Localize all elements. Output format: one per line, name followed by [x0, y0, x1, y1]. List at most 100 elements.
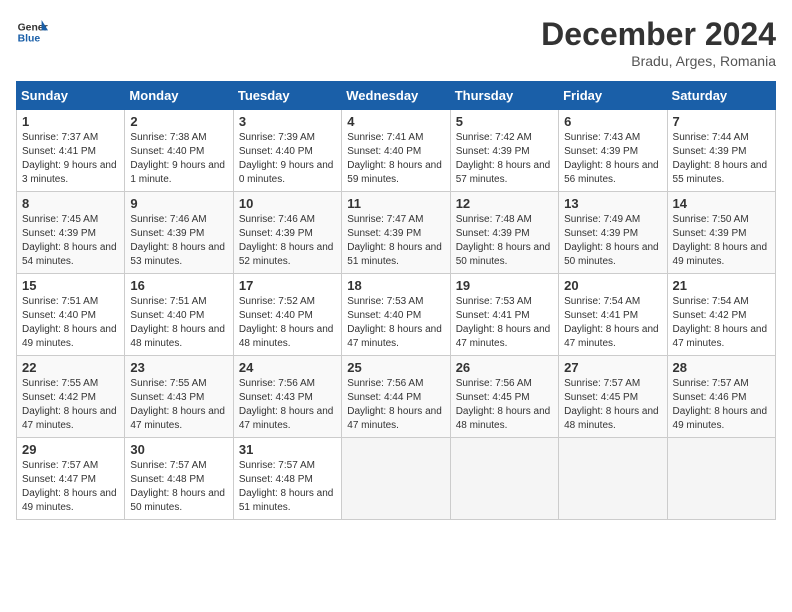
weekday-header: Wednesday — [342, 82, 450, 110]
day-number: 11 — [347, 196, 444, 211]
calendar-day-cell — [667, 438, 775, 520]
day-number: 19 — [456, 278, 553, 293]
calendar-day-cell — [450, 438, 558, 520]
day-number: 26 — [456, 360, 553, 375]
day-number: 21 — [673, 278, 770, 293]
calendar-day-cell: 31Sunrise: 7:57 AMSunset: 4:48 PMDayligh… — [233, 438, 341, 520]
day-number: 7 — [673, 114, 770, 129]
day-number: 20 — [564, 278, 661, 293]
day-info: Sunrise: 7:46 AMSunset: 4:39 PMDaylight:… — [130, 213, 227, 269]
day-info: Sunrise: 7:42 AMSunset: 4:39 PMDaylight:… — [456, 131, 553, 187]
weekday-header: Saturday — [667, 82, 775, 110]
calendar-day-cell: 19Sunrise: 7:53 AMSunset: 4:41 PMDayligh… — [450, 274, 558, 356]
calendar-day-cell: 10 Sunrise: 7:46 AMSunset: 4:39 PMDayligh… — [233, 192, 341, 274]
calendar-week-row: 8 Sunrise: 7:45 AMSunset: 4:39 PMDaylight… — [17, 192, 776, 274]
calendar-day-cell — [342, 438, 450, 520]
calendar-day-cell: 22 Sunrise: 7:55 AMSunset: 4:42 PMDayligh… — [17, 356, 125, 438]
day-number: 9 — [130, 196, 227, 211]
day-number: 25 — [347, 360, 444, 375]
day-number: 30 — [130, 442, 227, 457]
calendar-day-cell: 8 Sunrise: 7:45 AMSunset: 4:39 PMDaylight… — [17, 192, 125, 274]
location-subtitle: Bradu, Arges, Romania — [541, 53, 776, 69]
calendar-week-row: 15Sunrise: 7:51 AMSunset: 4:40 PMDayligh… — [17, 274, 776, 356]
day-info: Sunrise: 7:37 AMSunset: 4:41 PMDaylight:… — [22, 131, 119, 187]
calendar-day-cell: 21 Sunrise: 7:54 AMSunset: 4:42 PMDayligh… — [667, 274, 775, 356]
calendar-day-cell: 13 Sunrise: 7:49 AMSunset: 4:39 PMDayligh… — [559, 192, 667, 274]
calendar-day-cell: 17Sunrise: 7:52 AMSunset: 4:40 PMDayligh… — [233, 274, 341, 356]
day-info: Sunrise: 7:44 AMSunset: 4:39 PMDaylight:… — [673, 131, 770, 187]
day-info: Sunrise: 7:53 AMSunset: 4:40 PMDaylight:… — [347, 295, 444, 351]
day-info: Sunrise: 7:46 AMSunset: 4:39 PMDaylight:… — [239, 213, 336, 269]
calendar-day-cell: 11 Sunrise: 7:47 AMSunset: 4:39 PMDayligh… — [342, 192, 450, 274]
calendar-day-cell: 26 Sunrise: 7:56 AMSunset: 4:45 PMDayligh… — [450, 356, 558, 438]
day-info: Sunrise: 7:52 AMSunset: 4:40 PMDaylight:… — [239, 295, 336, 351]
day-info: Sunrise: 7:57 AMSunset: 4:48 PMDaylight:… — [130, 459, 227, 515]
day-number: 29 — [22, 442, 119, 457]
day-info: Sunrise: 7:56 AMSunset: 4:43 PMDaylight:… — [239, 377, 336, 433]
day-number: 3 — [239, 114, 336, 129]
calendar-day-cell: 3 Sunrise: 7:39 AMSunset: 4:40 PMDaylight… — [233, 110, 341, 192]
day-number: 5 — [456, 114, 553, 129]
calendar-day-cell: 7 Sunrise: 7:44 AMSunset: 4:39 PMDaylight… — [667, 110, 775, 192]
logo-icon: General Blue — [16, 16, 48, 48]
calendar-day-cell: 16Sunrise: 7:51 AMSunset: 4:40 PMDayligh… — [125, 274, 233, 356]
day-info: Sunrise: 7:57 AMSunset: 4:46 PMDaylight:… — [673, 377, 770, 433]
calendar-week-row: 1 Sunrise: 7:37 AMSunset: 4:41 PMDaylight… — [17, 110, 776, 192]
svg-text:Blue: Blue — [18, 34, 41, 45]
page-header: General Blue December 2024 Bradu, Arges,… — [16, 16, 776, 69]
calendar-table: SundayMondayTuesdayWednesdayThursdayFrid… — [16, 81, 776, 520]
day-info: Sunrise: 7:47 AMSunset: 4:39 PMDaylight:… — [347, 213, 444, 269]
day-info: Sunrise: 7:38 AMSunset: 4:40 PMDaylight:… — [130, 131, 227, 187]
day-info: Sunrise: 7:49 AMSunset: 4:39 PMDaylight:… — [564, 213, 661, 269]
weekday-header: Thursday — [450, 82, 558, 110]
calendar-day-cell: 28 Sunrise: 7:57 AMSunset: 4:46 PMDayligh… — [667, 356, 775, 438]
calendar-day-cell: 29 Sunrise: 7:57 AMSunset: 4:47 PMDayligh… — [17, 438, 125, 520]
day-number: 22 — [22, 360, 119, 375]
calendar-day-cell: 12 Sunrise: 7:48 AMSunset: 4:39 PMDayligh… — [450, 192, 558, 274]
day-info: Sunrise: 7:54 AMSunset: 4:41 PMDaylight:… — [564, 295, 661, 351]
calendar-day-cell: 23 Sunrise: 7:55 AMSunset: 4:43 PMDayligh… — [125, 356, 233, 438]
day-number: 12 — [456, 196, 553, 211]
day-number: 13 — [564, 196, 661, 211]
day-number: 10 — [239, 196, 336, 211]
day-number: 23 — [130, 360, 227, 375]
weekday-header: Sunday — [17, 82, 125, 110]
day-info: Sunrise: 7:48 AMSunset: 4:39 PMDaylight:… — [456, 213, 553, 269]
day-info: Sunrise: 7:39 AMSunset: 4:40 PMDaylight:… — [239, 131, 336, 187]
day-info: Sunrise: 7:41 AMSunset: 4:40 PMDaylight:… — [347, 131, 444, 187]
day-number: 2 — [130, 114, 227, 129]
day-info: Sunrise: 7:57 AMSunset: 4:47 PMDaylight:… — [22, 459, 119, 515]
day-info: Sunrise: 7:43 AMSunset: 4:39 PMDaylight:… — [564, 131, 661, 187]
day-number: 16 — [130, 278, 227, 293]
day-info: Sunrise: 7:56 AMSunset: 4:45 PMDaylight:… — [456, 377, 553, 433]
day-info: Sunrise: 7:55 AMSunset: 4:43 PMDaylight:… — [130, 377, 227, 433]
calendar-day-cell: 6Sunrise: 7:43 AMSunset: 4:39 PMDaylight… — [559, 110, 667, 192]
day-number: 8 — [22, 196, 119, 211]
calendar-day-cell: 4 Sunrise: 7:41 AMSunset: 4:40 PMDaylight… — [342, 110, 450, 192]
month-title: December 2024 — [541, 16, 776, 53]
day-number: 27 — [564, 360, 661, 375]
day-number: 18 — [347, 278, 444, 293]
calendar-day-cell: 9 Sunrise: 7:46 AMSunset: 4:39 PMDaylight… — [125, 192, 233, 274]
weekday-header: Friday — [559, 82, 667, 110]
day-number: 31 — [239, 442, 336, 457]
day-number: 14 — [673, 196, 770, 211]
calendar-day-cell: 18 Sunrise: 7:53 AMSunset: 4:40 PMDayligh… — [342, 274, 450, 356]
day-info: Sunrise: 7:54 AMSunset: 4:42 PMDaylight:… — [673, 295, 770, 351]
logo: General Blue — [16, 16, 48, 48]
day-info: Sunrise: 7:56 AMSunset: 4:44 PMDaylight:… — [347, 377, 444, 433]
day-number: 1 — [22, 114, 119, 129]
day-info: Sunrise: 7:45 AMSunset: 4:39 PMDaylight:… — [22, 213, 119, 269]
title-block: December 2024 Bradu, Arges, Romania — [541, 16, 776, 69]
weekday-header: Tuesday — [233, 82, 341, 110]
day-number: 28 — [673, 360, 770, 375]
day-info: Sunrise: 7:57 AMSunset: 4:45 PMDaylight:… — [564, 377, 661, 433]
weekday-header: Monday — [125, 82, 233, 110]
calendar-week-row: 22 Sunrise: 7:55 AMSunset: 4:42 PMDayligh… — [17, 356, 776, 438]
day-number: 4 — [347, 114, 444, 129]
calendar-day-cell: 20 Sunrise: 7:54 AMSunset: 4:41 PMDayligh… — [559, 274, 667, 356]
day-info: Sunrise: 7:55 AMSunset: 4:42 PMDaylight:… — [22, 377, 119, 433]
calendar-day-cell: 1 Sunrise: 7:37 AMSunset: 4:41 PMDaylight… — [17, 110, 125, 192]
calendar-week-row: 29 Sunrise: 7:57 AMSunset: 4:47 PMDayligh… — [17, 438, 776, 520]
day-number: 15 — [22, 278, 119, 293]
